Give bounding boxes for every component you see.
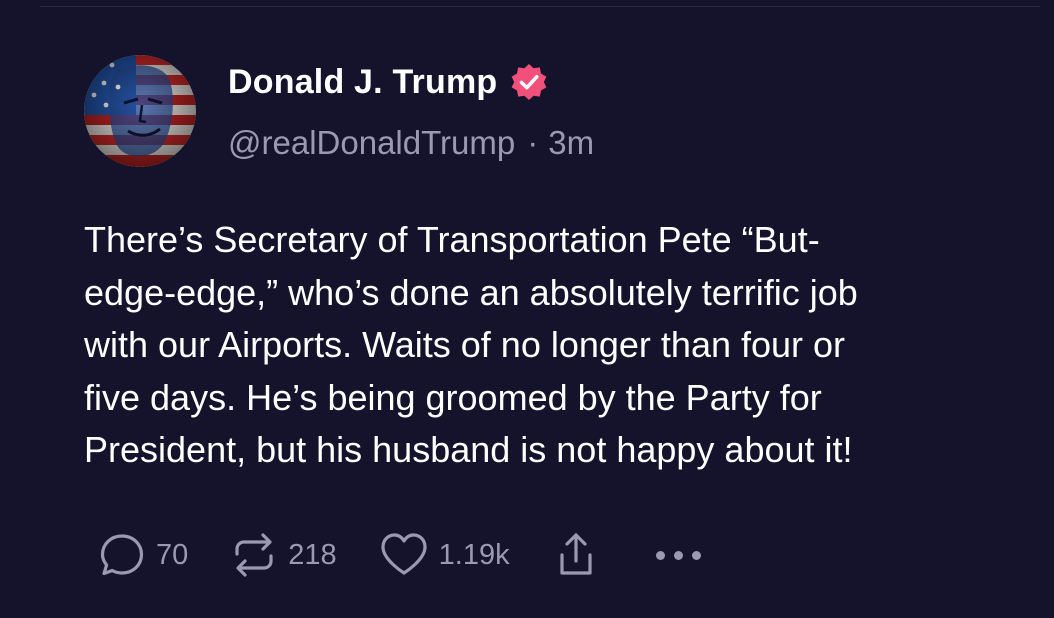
- author-meta-row: @realDonaldTrump · 3m: [228, 120, 594, 166]
- author-handle[interactable]: @realDonaldTrump: [228, 124, 515, 162]
- post-body-line: President, but his husband is not happy …: [84, 429, 853, 470]
- author-display-name[interactable]: Donald J. Trump: [228, 63, 497, 102]
- reply-button[interactable]: 70: [96, 529, 188, 581]
- author-name-row: Donald J. Trump: [228, 58, 549, 106]
- repost-icon: [235, 533, 273, 577]
- like-button[interactable]: 1.19k: [377, 529, 510, 581]
- post-card: Donald J. Trump @realDonaldTrump · 3m Th…: [0, 0, 1054, 618]
- reply-icon: [100, 534, 144, 576]
- action-bar: 70 218 1.19k: [96, 528, 701, 582]
- post-body-line: edge-edge,” who’s done an absolutely ter…: [84, 271, 858, 313]
- share-icon: [560, 533, 592, 575]
- more-icon: [691, 550, 701, 560]
- post-body-line: five days. He’s being groomed by the Par…: [84, 376, 822, 418]
- post-body: There’s Secretary of Transportation Pete…: [84, 214, 1024, 477]
- post-body-line: with our Airports. Waits of no longer th…: [84, 324, 846, 365]
- post-body-line: There’s Secretary of Transportation Pete…: [84, 219, 820, 260]
- reply-count: 70: [156, 538, 189, 571]
- repost-button[interactable]: 218: [228, 529, 337, 581]
- share-button[interactable]: [550, 529, 602, 581]
- like-icon: [381, 533, 427, 575]
- more-options-button[interactable]: [655, 550, 701, 560]
- more-icon: [655, 550, 665, 560]
- repost-count: 218: [288, 538, 337, 571]
- more-icon: [673, 550, 683, 560]
- like-count: 1.19k: [438, 538, 510, 571]
- verified-badge-icon: [511, 64, 547, 100]
- avatar-image: [84, 55, 196, 167]
- avatar[interactable]: [84, 55, 196, 167]
- meta-separator: ·: [527, 124, 539, 161]
- post-timestamp[interactable]: 3m: [548, 124, 594, 162]
